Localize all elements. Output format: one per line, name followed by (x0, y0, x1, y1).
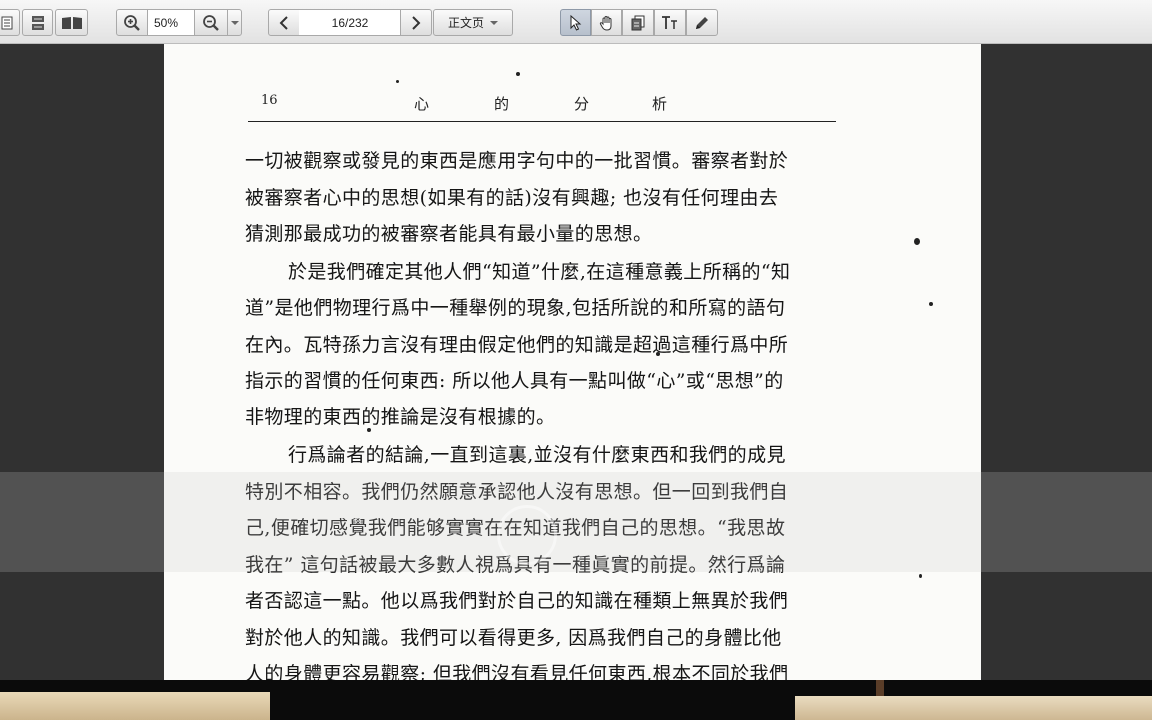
background-shape (0, 692, 270, 720)
annotate-tool-button[interactable] (686, 9, 718, 36)
chevron-right-icon (411, 15, 421, 30)
text-line: 道”是他們物理行爲中一種舉例的現象,包括所說的和所寫的語句 (245, 297, 786, 319)
text-line: 在內。瓦特孫力言沒有理由假定他們的知識是超過這種行爲中所 (245, 334, 789, 356)
view-mode-label: 正文页 (447, 16, 484, 30)
view-mode-select[interactable]: 正文页 (433, 9, 513, 36)
pencil-icon (694, 15, 710, 31)
continuous-view-button[interactable] (22, 9, 53, 36)
watermark-logo-icon (497, 505, 557, 565)
text-line: 指示的習慣的任何東西: 所以他人具有一點叫做“心”或“思想”的 (245, 370, 784, 392)
running-title-char: 的 (494, 95, 510, 113)
text-size-icon (661, 15, 679, 30)
chevron-left-icon (279, 15, 289, 30)
zoom-dropdown-button[interactable] (227, 9, 242, 36)
toolbar: 50% 16/232 正文页 (0, 0, 1152, 44)
text-select-tool-button[interactable] (622, 9, 654, 36)
scan-speck (929, 302, 933, 306)
scan-speck (367, 428, 371, 432)
previous-page-button[interactable] (268, 9, 300, 36)
zoom-in-button[interactable] (116, 9, 148, 36)
scan-speck (914, 238, 920, 245)
single-page-icon (1, 16, 13, 30)
hand-icon (599, 15, 615, 31)
next-page-button[interactable] (400, 9, 432, 36)
single-page-view-button[interactable] (0, 9, 20, 36)
running-title-char: 分 (574, 95, 590, 113)
text-line: 者否認這一點。他以爲我們對於自己的知識在種類上無異於我們 (245, 590, 789, 612)
document-viewport[interactable]: 16 心 的 分 析 一切被觀察或發見的東西是應用字句中的一批習慣。審察者對於 … (0, 44, 1152, 680)
continuous-page-icon (31, 15, 45, 31)
open-book-icon (61, 16, 83, 30)
book-view-button[interactable] (55, 9, 88, 36)
zoom-out-button[interactable] (194, 9, 228, 36)
text-line: 一切被觀察或發見的東西是應用字句中的一批習慣。審察者對於 (245, 150, 789, 172)
scan-speck (516, 72, 520, 76)
page-number-field[interactable]: 16/232 (299, 9, 401, 36)
watermark-band (0, 472, 1152, 572)
header-rule (248, 121, 836, 122)
zoom-in-icon (123, 14, 141, 32)
scan-speck (396, 80, 399, 83)
text-line: 猜測那最成功的被審察者能具有最小量的思想。 (245, 223, 653, 245)
document-page: 16 心 的 分 析 一切被觀察或發見的東西是應用字句中的一批習慣。審察者對於 … (164, 44, 981, 680)
text-line: 人的身體更容易觀察; 但我們沒有看見任何東西,根本不同於我們 (245, 663, 789, 680)
running-title-char: 析 (652, 95, 668, 113)
background-strip (0, 680, 1152, 720)
text-line: 行爲論者的結論,一直到這裏,並沒有什麼東西和我們的成見 (288, 444, 786, 466)
zoom-out-icon (202, 14, 220, 32)
scan-speck (656, 352, 660, 356)
page-number-header: 16 (261, 93, 278, 108)
zoom-level-field[interactable]: 50% (148, 9, 194, 36)
select-tool-button[interactable] (560, 9, 591, 36)
chevron-down-icon (230, 20, 239, 25)
text-line: 於是我們確定其他人們“知道”什麼,在這種意義上所稱的“知 (288, 261, 791, 283)
scan-speck (919, 574, 922, 578)
chevron-down-icon (490, 20, 498, 25)
text-tool-button[interactable] (654, 9, 686, 36)
hand-tool-button[interactable] (591, 9, 622, 36)
document-copy-icon (631, 15, 645, 31)
text-line: 非物理的東西的推論是沒有根據的。 (245, 406, 556, 428)
running-title-char: 心 (414, 95, 430, 113)
text-line: 對於他人的知識。我們可以看得更多, 因爲我們自己的身體比他 (245, 627, 782, 649)
text-line: 被審察者心中的思想(如果有的話)沒有興趣; 也沒有任何理由去 (245, 187, 779, 209)
pointer-icon (570, 14, 582, 31)
background-shape (795, 696, 1152, 720)
